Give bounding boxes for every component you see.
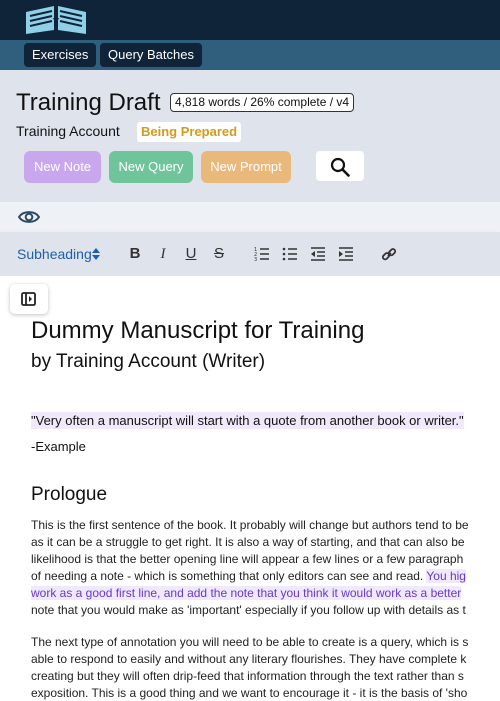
- select-caret-icon: [92, 248, 100, 260]
- svg-text:3: 3: [254, 257, 257, 263]
- view-bar: [0, 202, 500, 232]
- text-line: note that you would make as 'important' …: [31, 603, 466, 617]
- bold-icon[interactable]: B: [127, 245, 143, 263]
- new-note-button[interactable]: New Note: [24, 151, 101, 183]
- search-icon: [330, 157, 350, 177]
- underline-icon[interactable]: U: [183, 245, 199, 263]
- exercises-button[interactable]: Exercises: [24, 43, 97, 67]
- text-line: exposition. This is a good thing and we …: [31, 686, 468, 700]
- document-header: Training Draft 4,818 words / 26% complet…: [0, 70, 500, 202]
- chapter-heading: Prologue: [31, 484, 108, 505]
- epigraph-quote: "Very often a manuscript will start with…: [31, 412, 464, 429]
- word-count-badge: 4,818 words / 26% complete / v4: [170, 93, 355, 112]
- account-name: Training Account: [16, 123, 120, 139]
- nav-bar: Exercises Query Batches: [0, 40, 500, 70]
- status-badge: Being Prepared: [137, 122, 242, 142]
- page-title: Training Draft: [16, 89, 161, 116]
- text-line: work as a good first line, and add the n…: [31, 585, 462, 602]
- manuscript-byline: by Training Account (Writer): [31, 351, 266, 372]
- formatting-toolbar: Subheading B I U S 1 2 3: [0, 232, 500, 276]
- link-icon[interactable]: [381, 245, 397, 263]
- text-line: likelihood is that the better opening li…: [31, 552, 464, 566]
- text-line: The next type of annotation you will nee…: [31, 635, 469, 649]
- book-logo-icon[interactable]: [22, 4, 90, 36]
- epigraph-attribution: -Example: [31, 439, 86, 454]
- text-line: creating but they will often drip-feed t…: [31, 669, 464, 683]
- bullet-list-icon[interactable]: [282, 245, 298, 263]
- eye-icon[interactable]: [18, 209, 40, 225]
- text-line: as it can be a struggle to get right. It…: [31, 535, 465, 549]
- outdent-icon[interactable]: [310, 245, 326, 263]
- new-prompt-button[interactable]: New Prompt: [201, 151, 291, 183]
- italic-icon[interactable]: I: [155, 245, 171, 263]
- side-panel-toggle[interactable]: [10, 284, 48, 314]
- text-line: This is the first sentence of the book. …: [31, 518, 469, 532]
- highlighted-annotation[interactable]: You hig: [426, 569, 466, 583]
- top-bar: [0, 0, 500, 40]
- query-batches-button[interactable]: Query Batches: [100, 43, 202, 67]
- indent-icon[interactable]: [338, 245, 354, 263]
- ordered-list-icon[interactable]: 1 2 3: [254, 245, 270, 263]
- strikethrough-icon[interactable]: S: [211, 245, 227, 263]
- text-run: of needing a note - which is something t…: [31, 569, 427, 583]
- document-editor[interactable]: Dummy Manuscript for Training by Trainin…: [0, 276, 500, 701]
- highlighted-annotation[interactable]: work as a good first line, and add the n…: [31, 586, 462, 600]
- text-line: able to respond to easily and without an…: [31, 652, 467, 666]
- new-query-button[interactable]: New Query: [109, 151, 193, 183]
- paragraph-style-select[interactable]: Subheading: [17, 246, 92, 262]
- search-button[interactable]: [316, 151, 364, 181]
- text-line: of needing a note - which is something t…: [31, 568, 466, 585]
- panel-toggle-icon: [21, 292, 36, 306]
- manuscript-title: Dummy Manuscript for Training: [31, 317, 365, 344]
